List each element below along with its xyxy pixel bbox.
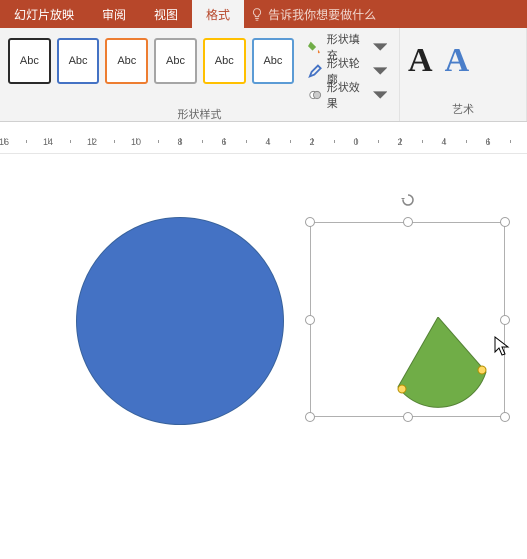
horizontal-ruler[interactable]: 16 14 12 10 8 6 4 2 0 2 4 6 bbox=[0, 134, 527, 154]
wordart-group-label: 艺术 bbox=[408, 101, 518, 119]
chevron-down-icon bbox=[373, 63, 387, 79]
shape-styles-group: Abc Abc Abc Abc Abc Abc 形状填充 形状轮廓 bbox=[0, 28, 400, 121]
ribbon: Abc Abc Abc Abc Abc Abc 形状填充 形状轮廓 bbox=[0, 28, 527, 122]
ruler-number: 12 bbox=[87, 137, 97, 147]
pen-icon bbox=[308, 63, 322, 79]
shape-style-3[interactable]: Abc bbox=[105, 38, 148, 84]
adjust-handle-1[interactable] bbox=[478, 366, 487, 375]
tell-me-search[interactable]: 告诉我你想要做什么 bbox=[244, 0, 386, 28]
shape-style-2[interactable]: Abc bbox=[57, 38, 100, 84]
ruler-number: 0 bbox=[353, 137, 358, 147]
chevron-down-icon bbox=[373, 87, 387, 103]
tab-review[interactable]: 审阅 bbox=[88, 0, 140, 28]
resize-handle-ml[interactable] bbox=[305, 315, 315, 325]
slide-canvas[interactable] bbox=[0, 154, 527, 554]
ruler-number: 2 bbox=[309, 137, 314, 147]
tab-view[interactable]: 视图 bbox=[140, 0, 192, 28]
rotate-handle[interactable] bbox=[400, 192, 416, 208]
shape-style-4[interactable]: Abc bbox=[154, 38, 197, 84]
ruler-number: 6 bbox=[485, 137, 490, 147]
resize-handle-br[interactable] bbox=[500, 412, 510, 422]
ruler-number: 10 bbox=[131, 137, 141, 147]
paint-bucket-icon bbox=[308, 39, 322, 55]
ruler-number: 16 bbox=[0, 137, 9, 147]
shape-effects-button[interactable]: 形状效果 bbox=[304, 84, 391, 106]
shape-style-5[interactable]: Abc bbox=[203, 38, 246, 84]
wordart-group: A A 艺术 bbox=[400, 28, 527, 121]
ruler-number: 4 bbox=[441, 137, 446, 147]
ribbon-tabs: 幻灯片放映 审阅 视图 格式 告诉我你想要做什么 bbox=[0, 0, 527, 28]
rotate-icon bbox=[400, 192, 416, 208]
ruler-number: 14 bbox=[43, 137, 53, 147]
shape-style-1[interactable]: Abc bbox=[8, 38, 51, 84]
tab-slideshow[interactable]: 幻灯片放映 bbox=[0, 0, 88, 28]
ruler-number: 4 bbox=[265, 137, 270, 147]
shape-circle[interactable] bbox=[76, 217, 284, 425]
shape-selection-box bbox=[310, 222, 505, 417]
resize-handle-tl[interactable] bbox=[305, 217, 315, 227]
chevron-down-icon bbox=[373, 39, 387, 55]
tab-format[interactable]: 格式 bbox=[192, 0, 244, 28]
resize-handle-tm[interactable] bbox=[403, 217, 413, 227]
lightbulb-icon bbox=[250, 7, 264, 21]
resize-handle-tr[interactable] bbox=[500, 217, 510, 227]
tell-me-text: 告诉我你想要做什么 bbox=[268, 6, 376, 23]
shape-styles-group-label: 形状样式 bbox=[8, 106, 391, 124]
ruler-number: 2 bbox=[397, 137, 402, 147]
adjust-handle-2[interactable] bbox=[398, 385, 407, 394]
ruler-number: 6 bbox=[221, 137, 226, 147]
ruler-number: 8 bbox=[177, 137, 182, 147]
resize-handle-bl[interactable] bbox=[305, 412, 315, 422]
wordart-style-2[interactable]: A bbox=[445, 42, 470, 80]
shape-style-6[interactable]: Abc bbox=[252, 38, 295, 84]
effects-icon bbox=[308, 87, 322, 103]
resize-handle-mr[interactable] bbox=[500, 315, 510, 325]
shape-options: 形状填充 形状轮廓 形状效果 bbox=[304, 36, 391, 106]
wordart-style-1[interactable]: A bbox=[408, 42, 433, 80]
